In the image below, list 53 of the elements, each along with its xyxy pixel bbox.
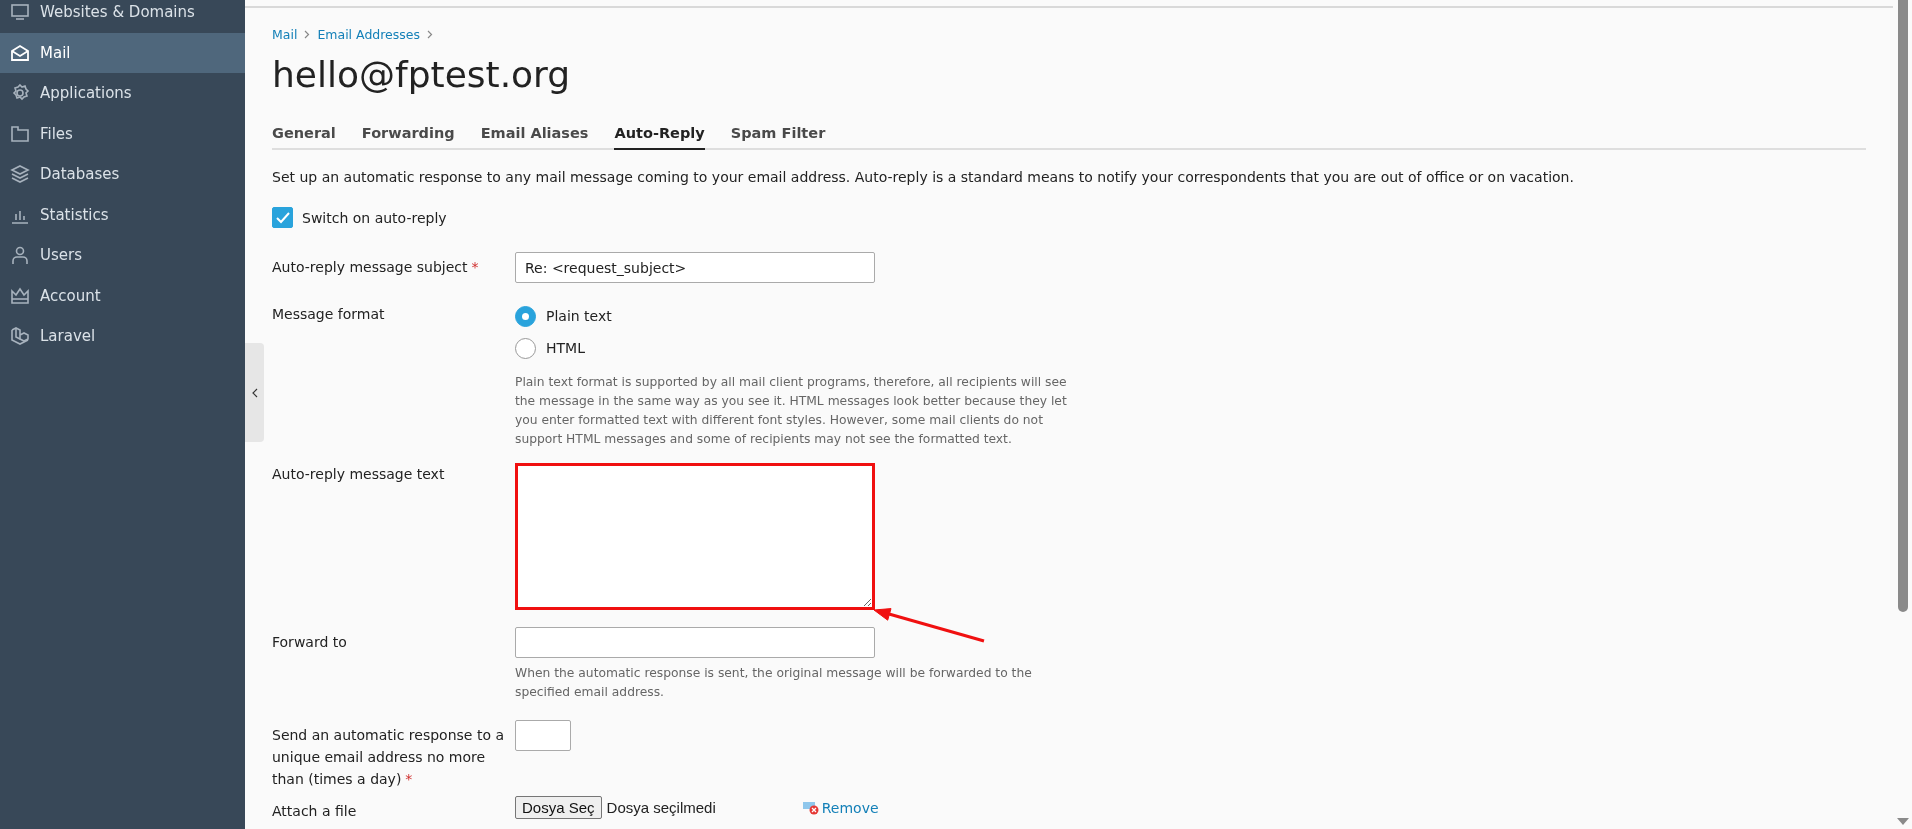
tab[interactable]: Auto-Reply [614, 118, 705, 150]
file-status: Dosya seçilmedi [606, 799, 716, 816]
sidebar-item[interactable]: Applications [0, 73, 245, 114]
user-icon [10, 245, 30, 266]
radio-label: HTML [546, 340, 585, 356]
breadcrumb-link[interactable]: Mail [272, 26, 298, 42]
chevron-right-icon [304, 29, 311, 39]
scroll-down-icon[interactable] [1897, 818, 1909, 825]
tab[interactable]: General [272, 118, 336, 150]
checkbox[interactable] [272, 207, 293, 228]
choose-file-button[interactable]: Dosya Seç [515, 796, 602, 819]
field-label: Message format [272, 305, 386, 324]
checkbox-label: Switch on auto-reply [302, 209, 447, 226]
remove-link[interactable]: Remove [802, 799, 879, 816]
number-field[interactable] [515, 720, 571, 751]
text-field[interactable]: Re: <request_subject> [515, 252, 875, 283]
sidebar-item[interactable]: Websites & Domains [0, 0, 245, 33]
sidebar-item[interactable]: Mail [0, 32, 245, 73]
sidebar-item[interactable]: Files [0, 113, 245, 154]
description-text: Set up an automatic response to any mail message coming to your email address. Auto-reply is a standard means to notify your correspondents that you are out of office or on vacation. [272, 168, 1575, 187]
field-label: Auto-reply message subject * [272, 258, 480, 277]
sidebar-item[interactable]: Laravel [0, 316, 245, 357]
field-label: Auto-reply message text [272, 465, 446, 484]
monitor-icon [10, 2, 30, 23]
chevron-left-icon [251, 387, 258, 398]
envelope-icon [10, 42, 30, 63]
page-title: hello@fptest.org [272, 53, 572, 97]
scrollbar-thumb[interactable] [1898, 0, 1908, 612]
field-label: Attach a file [272, 802, 358, 821]
sidebar-item[interactable]: Statistics [0, 194, 245, 235]
sidebar-item[interactable]: Account [0, 275, 245, 316]
remove-icon [802, 800, 819, 815]
text-field[interactable] [515, 627, 875, 658]
message-textarea[interactable] [515, 463, 875, 610]
laravel-icon [10, 326, 30, 347]
chevron-right-icon [427, 29, 434, 39]
tab[interactable]: Spam Filter [730, 118, 826, 150]
radio-label: Plain text [546, 308, 612, 324]
breadcrumb-link[interactable]: Email Addresses [317, 26, 421, 42]
sidebar-item[interactable]: Users [0, 235, 245, 276]
layers-icon [10, 164, 30, 185]
folder-icon [10, 123, 30, 144]
radio-button[interactable] [515, 305, 536, 327]
radio-button[interactable] [515, 337, 536, 359]
sidebar-item[interactable]: Databases [0, 154, 245, 195]
tab[interactable]: Forwarding [361, 118, 455, 150]
hint-text: When the automatic response is sent, the original message will be forwarded to the specified email address. [515, 665, 1033, 701]
crown-icon [10, 285, 30, 306]
collapse-handle[interactable] [245, 343, 264, 442]
hint-text: Plain text format is supported by all mail client programs, therefore, all recipients will see the message in the same way as you see it. HTML messages look better because they let you enter formatted text with different font styles. However, some mail clients do not support HTML messages and some of recipients may not see the formatted text. [515, 374, 1068, 448]
field-label: Send an automatic response to a unique email address no more than (times a day) * [272, 726, 505, 789]
field-label: Forward to [272, 633, 348, 652]
tab[interactable]: Email Aliases [480, 118, 589, 150]
